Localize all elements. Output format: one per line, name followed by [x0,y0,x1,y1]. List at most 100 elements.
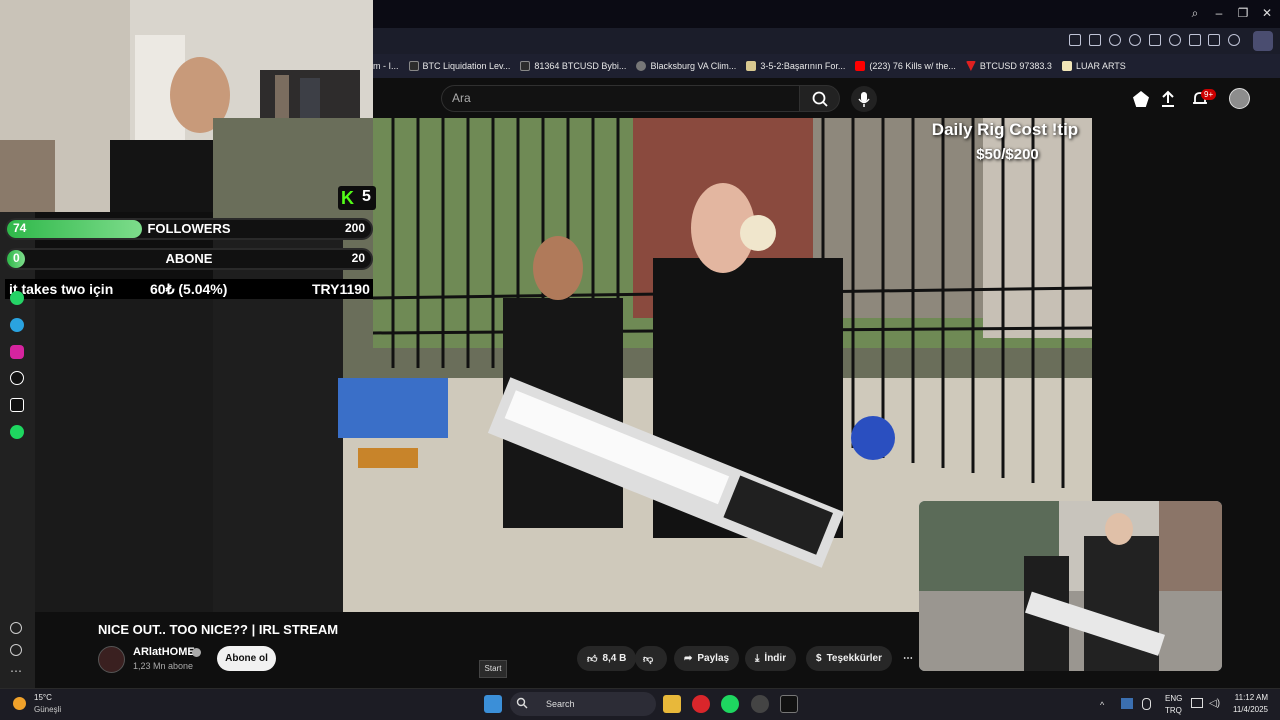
vpn-icon[interactable] [1129,34,1141,46]
heart-icon[interactable] [1169,34,1181,46]
tip-amount: 60₺ (5.04%) [150,281,228,297]
tip-target: TRY1190 [312,281,370,297]
search-button[interactable] [799,85,840,112]
voice-search-button[interactable] [851,86,877,112]
weather-temperature[interactable]: 15°C [34,693,52,702]
globe-icon [636,61,647,71]
close-icon[interactable]: ✕ [1260,6,1274,20]
kick-count: 5 [362,188,371,205]
share-button[interactable]: ➦ Paylaş [674,646,740,671]
kick-icon: K [341,188,354,208]
dislike-button[interactable]: 👎︎ [635,646,667,671]
bookmark-label: 81364 BTCUSD Bybi... [534,61,627,71]
subscriber-count: 1,23 Mn abone [133,661,194,671]
chevron-up-icon[interactable]: ^ [1100,700,1104,710]
tip-label: it takes two için [9,281,114,297]
menu-icon[interactable] [1208,34,1220,46]
youtube-icon [855,61,866,71]
input-keyboard[interactable]: TRQ [1165,706,1182,715]
volume-icon[interactable]: ◁) [1209,698,1220,709]
edit-icon[interactable] [1069,34,1081,46]
bookmark-item[interactable]: (223) 76 Kills w/ the... [855,61,956,71]
abone-progress: 0 ABONE 20 [5,248,373,270]
file-explorer-icon[interactable] [663,695,681,713]
download-button[interactable]: ⤓ İndir [745,646,797,671]
kick-badge: K 5 [338,186,376,210]
bookmark-favicon-icon [520,61,531,71]
bookmarks-bar: m - I... BTC Liquidation Lev... 81364 BT… [373,54,1280,78]
bookmark-item[interactable]: m - I... [373,61,399,71]
x-icon[interactable] [10,398,24,412]
minimize-icon[interactable]: – [1212,6,1226,20]
subscribe-button[interactable]: Abone ol [217,646,276,671]
play-icon[interactable] [1149,34,1161,46]
picture-in-picture-window[interactable] [919,501,1222,671]
spotify-icon[interactable] [10,425,24,439]
windows-start-icon[interactable] [484,695,502,713]
bookmark-item[interactable]: 3-5-2:Başarının For... [746,61,845,71]
bookmark-favicon-icon [408,61,419,71]
download-icon: ⤓ [755,653,760,664]
search-input[interactable]: Ara [441,85,799,112]
followers-goal: 200 [344,221,365,235]
opera-icon[interactable] [692,695,710,713]
maximize-icon[interactable]: ❐ [1236,6,1250,20]
bookmark-label: BTCUSD 97383.3 [979,61,1052,71]
thanks-button[interactable]: $ Teşekkürler [806,646,892,671]
history-icon[interactable] [10,644,22,656]
abone-goal: 20 [351,251,365,265]
channel-avatar[interactable] [98,646,125,673]
network-icon[interactable] [1191,698,1203,708]
verified-icon [192,648,201,657]
start-tooltip: Start [479,660,507,678]
whatsapp-icon[interactable] [10,291,24,305]
tiktok-icon[interactable] [10,371,24,385]
telegram-icon[interactable] [10,318,24,332]
account-avatar[interactable] [1229,88,1250,109]
app-icon[interactable] [751,695,769,713]
pip-video-frame [919,501,1222,671]
tradingview-icon [965,61,976,71]
clock-time[interactable]: 11:12 AM [1228,693,1268,702]
download-icon[interactable] [1189,34,1201,46]
microphone-icon[interactable] [1142,698,1151,710]
bookmark-label: BTC Liquidation Lev... [422,61,511,71]
clock-date[interactable]: 11/4/2025 [1221,705,1268,714]
like-count: 8,4 B [602,653,627,664]
rig-cost-amount: $50/$200 [976,146,1039,163]
more-icon[interactable]: ⋯ [10,664,22,678]
profile-icon[interactable] [1228,34,1240,46]
tradingview-icon[interactable] [780,695,798,713]
heart-icon[interactable] [10,622,22,634]
bookmark-item[interactable]: 81364 BTCUSD Bybi... [520,61,626,71]
channel-name[interactable]: ARlatHOME [133,646,195,658]
thumbs-down-icon: 👎︎ [643,653,654,665]
instagram-icon[interactable] [10,345,24,359]
bookmark-item[interactable]: BTC Liquidation Lev... [408,61,511,71]
sun-icon[interactable] [13,697,26,710]
share-icon: ➦ [684,653,693,664]
spotify-icon[interactable] [721,695,739,713]
taskbar-search[interactable]: Search [510,692,656,716]
upload-icon[interactable] [1160,90,1176,108]
shield-icon[interactable] [1109,34,1121,46]
followers-progress: 74 FOLLOWERS 200 [5,218,373,240]
microphone-icon [858,92,870,107]
download-label: İndir [764,653,787,664]
bookmark-favicon-icon [746,61,757,71]
bookmark-item[interactable]: BTCUSD 97383.3 [965,61,1052,71]
like-button[interactable]: 👍︎ 8,4 B [577,646,637,671]
more-icon: ⋯ [903,653,913,664]
bookmark-item[interactable]: LUAR ARTS [1061,61,1126,71]
camera-icon[interactable] [1089,34,1101,46]
extension-icon[interactable] [1253,31,1273,51]
more-actions-button[interactable]: ⋯ [899,646,919,671]
input-language[interactable]: ENG [1165,694,1182,703]
bookmark-label: m - I... [373,61,399,71]
search-icon[interactable]: ⌕ [1188,6,1202,20]
search-icon [812,91,828,107]
weather-description[interactable]: Güneşli [34,705,61,714]
bookmark-item[interactable]: Blacksburg VA Clim... [636,61,736,71]
tray-icon[interactable] [1121,698,1133,709]
left-dark-panel [35,296,213,612]
